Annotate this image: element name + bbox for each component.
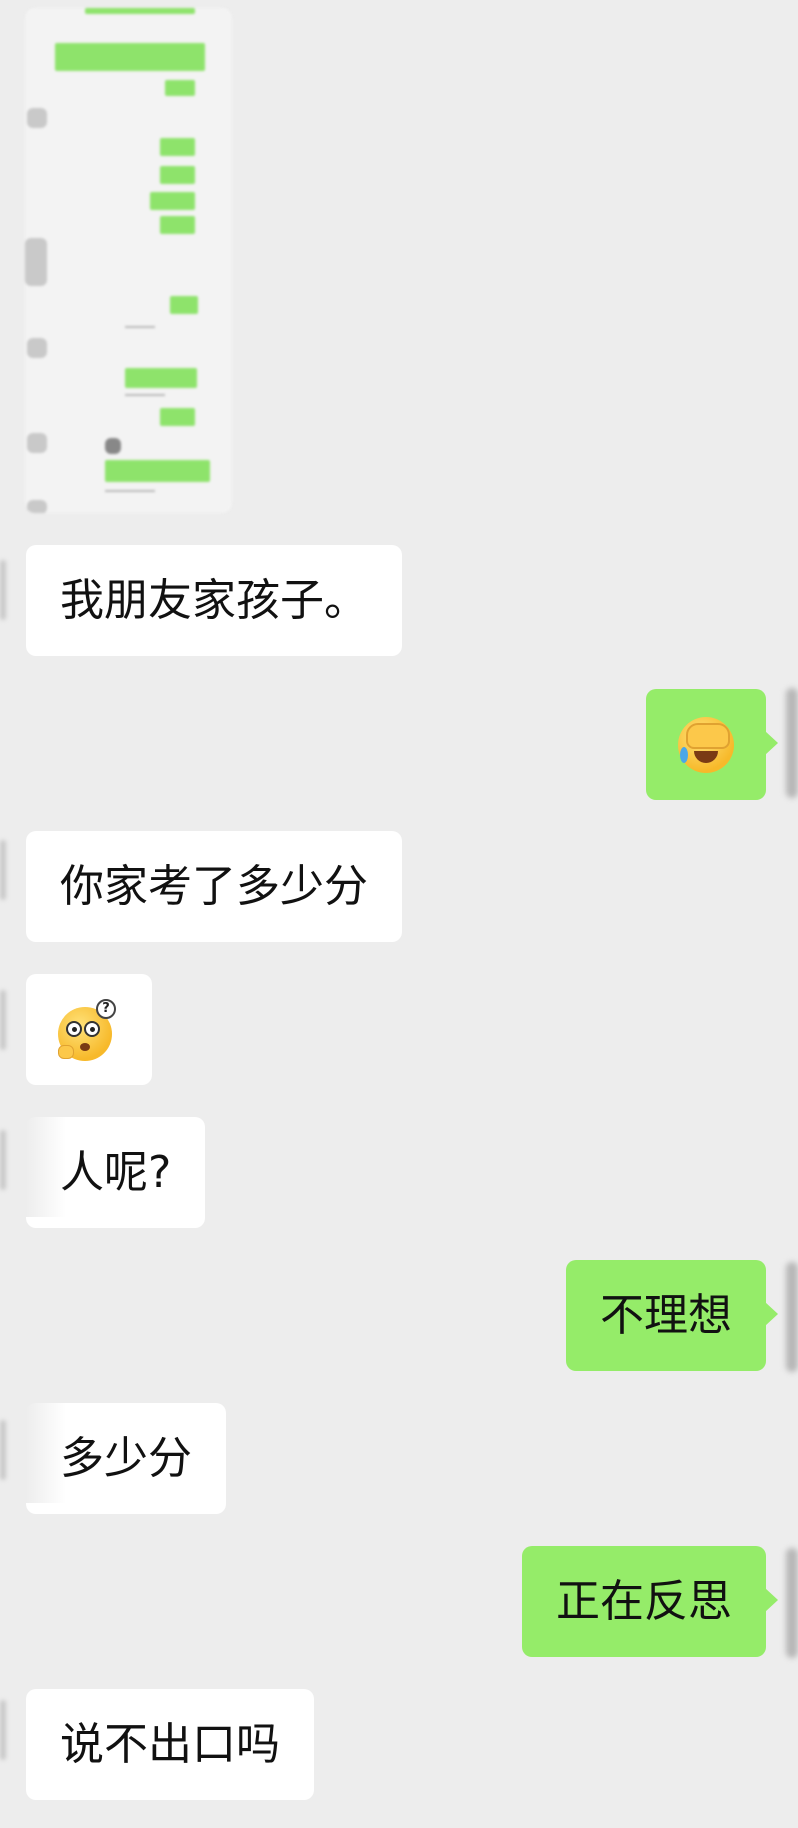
blurred-screenshot-image[interactable]	[25, 8, 232, 513]
avatar[interactable]	[786, 1262, 798, 1372]
message-bubble-outgoing[interactable]: 正在反思	[522, 1546, 778, 1657]
avatar[interactable]	[0, 1700, 6, 1760]
message-bubble-incoming[interactable]: ?	[26, 974, 152, 1085]
message-bubble-incoming[interactable]: 你家考了多少分	[26, 831, 402, 942]
avatar[interactable]	[786, 688, 798, 798]
edge-fade	[26, 1117, 66, 1217]
avatar[interactable]	[0, 1130, 6, 1190]
avatar[interactable]	[786, 1548, 798, 1658]
message-bubble-incoming[interactable]: 说不出口吗	[26, 1689, 314, 1800]
message-text: 不理想	[600, 1289, 732, 1341]
message-text: 人呢?	[60, 1146, 172, 1198]
message-bubble-outgoing[interactable]: 不理想	[566, 1260, 778, 1371]
message-text: 说不出口吗	[60, 1718, 280, 1770]
message-text: 我朋友家孩子。	[60, 574, 368, 626]
avatar[interactable]	[0, 560, 6, 620]
facepalm-emoji-icon	[678, 716, 734, 773]
avatar[interactable]	[0, 840, 6, 900]
message-bubble-outgoing[interactable]	[646, 689, 778, 800]
message-text: 多少分	[60, 1432, 192, 1484]
avatar[interactable]	[0, 990, 6, 1050]
message-text: 正在反思	[556, 1575, 732, 1627]
chat-area: 我朋友家孩子。 你家考了多少分 ? 人呢? 不理想 多少分 正在反思 说不出口吗	[0, 0, 798, 1828]
message-bubble-incoming[interactable]: 我朋友家孩子。	[26, 545, 402, 656]
avatar[interactable]	[0, 1420, 6, 1480]
edge-fade	[26, 1403, 66, 1503]
message-text: 你家考了多少分	[60, 860, 368, 912]
confused-emoji-icon: ?	[58, 998, 120, 1061]
